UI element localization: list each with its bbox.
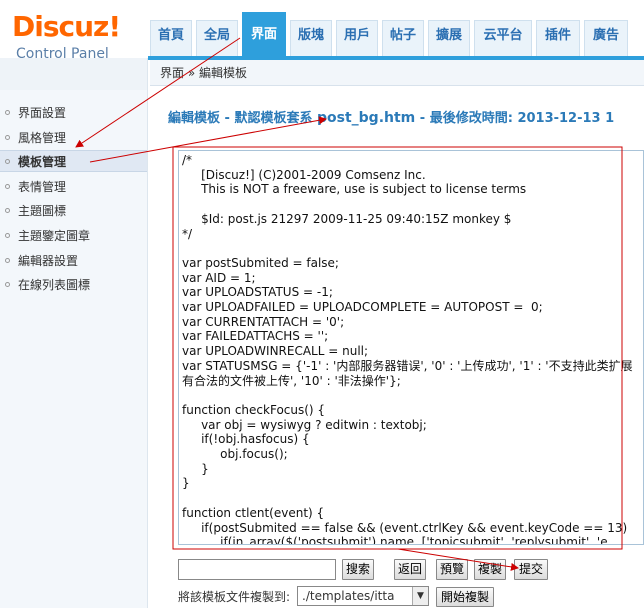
tab-plugins[interactable]: 插件: [536, 20, 580, 58]
bullet-icon: [5, 282, 10, 287]
top-nav: 首頁 全局 界面 版塊 用戶 帖子 擴展 云平台 插件 廣告: [150, 10, 644, 58]
sidebar-item-editor-settings[interactable]: 編輯器設置: [0, 250, 147, 272]
logo-title: Discuz!: [12, 10, 121, 43]
chevron-down-icon[interactable]: ▼: [412, 587, 428, 605]
search-button[interactable]: 搜索: [342, 559, 374, 580]
bullet-icon: [5, 233, 10, 238]
start-copy-button[interactable]: 開始複製: [436, 587, 494, 607]
submit-button[interactable]: 提交: [514, 559, 548, 580]
tab-global[interactable]: 全局: [196, 20, 238, 58]
tab-interface[interactable]: 界面: [242, 12, 286, 58]
tab-ads[interactable]: 廣告: [584, 20, 628, 58]
sidebar-item-smiley-manage[interactable]: 表情管理: [0, 176, 147, 198]
tab-extend[interactable]: 擴展: [428, 20, 470, 58]
bullet-icon: [5, 208, 10, 213]
back-button[interactable]: 返回: [394, 559, 426, 580]
sidebar-item-online-icons[interactable]: 在線列表圖標: [0, 274, 147, 296]
bullet-icon: [5, 159, 10, 164]
breadcrumb: 界面 » 編輯模板: [150, 60, 644, 86]
sidebar-item-label: 主題鑒定圖章: [18, 229, 91, 243]
template-code[interactable]: /* [Discuz!] (C)2001-2009 Comsenz Inc. T…: [179, 151, 643, 544]
sidebar-item-template-manage[interactable]: 模板管理: [0, 150, 147, 172]
sidebar-item-label: 主題圖標: [18, 204, 67, 218]
sidebar-header: [0, 58, 147, 90]
bullet-icon: [5, 135, 10, 140]
tab-posts[interactable]: 帖子: [382, 20, 424, 58]
bullet-icon: [5, 258, 10, 263]
copy-to-label: 將該模板文件複製到:: [178, 590, 291, 604]
sidebar-item-label: 風格管理: [18, 131, 67, 145]
template-dir-value: ./templates/itta: [302, 589, 395, 603]
sidebar-item-label: 界面設置: [18, 106, 67, 120]
tab-cloud[interactable]: 云平台: [474, 20, 532, 58]
sidebar-item-style-manage[interactable]: 風格管理: [0, 127, 147, 149]
logo[interactable]: Discuz! Control Panel: [12, 10, 142, 63]
title-prefix: 編輯模板 - 默認模板套系: [168, 111, 317, 126]
sidebar-item-label: 表情管理: [18, 180, 67, 194]
copy-button[interactable]: 複製: [474, 559, 506, 580]
header: Discuz! Control Panel 首頁 全局 界面 版塊 用戶 帖子 …: [0, 0, 644, 62]
preview-button[interactable]: 預覽: [436, 559, 468, 580]
sidebar-item-label: 在線列表圖標: [18, 278, 91, 292]
tab-forums[interactable]: 版塊: [290, 20, 332, 58]
tab-home[interactable]: 首頁: [150, 20, 192, 58]
bullet-icon: [5, 110, 10, 115]
sidebar-item-label: 模板管理: [18, 155, 67, 169]
title-suffix: - 最後修改時間: 2013-12-13 1: [415, 111, 615, 126]
tab-users[interactable]: 用戶: [336, 20, 378, 58]
template-editor[interactable]: /* [Discuz!] (C)2001-2009 Comsenz Inc. T…: [178, 150, 644, 545]
sidebar-item-label: 編輯器設置: [18, 254, 79, 268]
sidebar-item-interface-settings[interactable]: 界面設置: [0, 102, 147, 124]
template-filename: post_bg.htm: [316, 110, 416, 126]
sidebar-item-thread-icons[interactable]: 主題圖標: [0, 200, 147, 222]
search-input[interactable]: [178, 559, 336, 580]
template-dir-select[interactable]: ./templates/itta ▼: [297, 586, 429, 606]
sidebar-item-thread-stamps[interactable]: 主題鑒定圖章: [0, 225, 147, 247]
page-title: 編輯模板 - 默認模板套系 post_bg.htm - 最後修改時間: 2013…: [168, 107, 644, 127]
bullet-icon: [5, 184, 10, 189]
